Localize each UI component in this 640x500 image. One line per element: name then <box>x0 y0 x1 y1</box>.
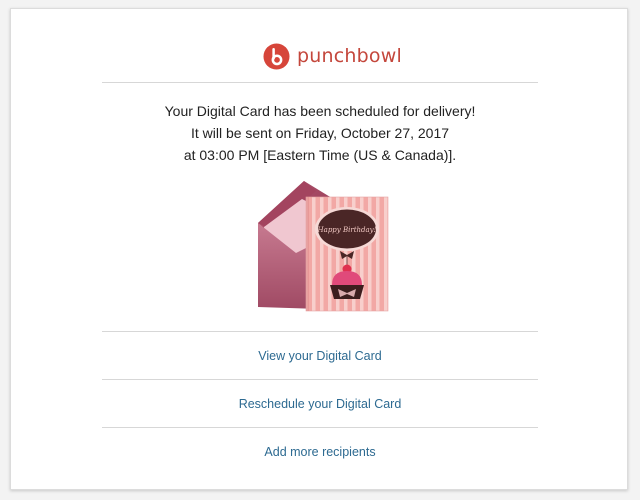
reschedule-link[interactable]: Reschedule your Digital Card <box>239 397 402 411</box>
message-line-1: Your Digital Card has been scheduled for… <box>164 103 476 119</box>
divider <box>102 331 538 332</box>
divider <box>102 379 538 380</box>
message-line-2: It will be sent on Friday, October 27, 2… <box>190 125 450 141</box>
confirmation-email: punchbowl Your Digital Card has been sch… <box>10 8 628 490</box>
punchbowl-logo[interactable]: punchbowl <box>263 41 402 71</box>
add-recipients-link[interactable]: Add more recipients <box>264 445 375 459</box>
reschedule-row: Reschedule your Digital Card <box>102 396 538 412</box>
birthday-card-envelope-illustration: Happy Birthday! <box>258 181 389 312</box>
punchbowl-logo-icon <box>263 42 290 70</box>
add-recipients-row: Add more recipients <box>102 444 538 460</box>
divider <box>102 427 538 428</box>
view-card-row: View your Digital Card <box>102 348 538 364</box>
divider <box>102 82 538 83</box>
message-line-3: at 03:00 PM [Eastern Time (US & Canada)]… <box>183 147 457 163</box>
brand-name: punchbowl <box>297 45 402 67</box>
view-card-link[interactable]: View your Digital Card <box>258 349 381 363</box>
scheduled-message: Your Digital Card has been scheduled for… <box>102 100 538 166</box>
card-inscription: Happy Birthday! <box>317 226 377 234</box>
